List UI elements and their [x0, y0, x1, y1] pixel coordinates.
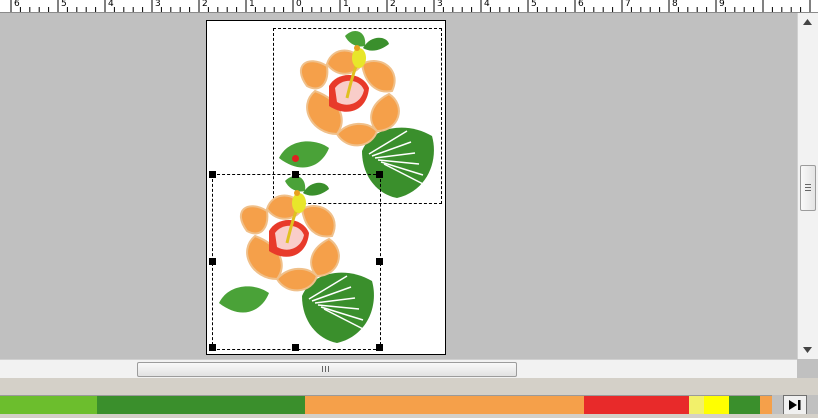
rotation-handle[interactable] [292, 155, 299, 162]
ruler-label: 0 [296, 0, 302, 9]
ruler-label: 4 [108, 0, 114, 9]
ruler-label: 5 [61, 0, 67, 9]
play-to-end-icon [789, 400, 801, 410]
resize-handle-bottom-left[interactable] [209, 344, 216, 351]
color-segment-yellow[interactable] [704, 396, 729, 414]
resize-handle-middle-left[interactable] [209, 258, 216, 265]
leaf-left [219, 286, 269, 313]
ruler-label: 3 [437, 0, 443, 9]
color-segment-orange-end[interactable] [759, 396, 772, 414]
color-segment-pale-yellow[interactable] [688, 396, 705, 414]
color-segment-green[interactable] [728, 396, 760, 414]
hibiscus-petal [370, 92, 400, 133]
vertical-scrollbar[interactable] [797, 13, 818, 359]
color-segment-dark-green[interactable] [96, 396, 305, 414]
leaf-top [285, 176, 306, 192]
scroll-up-arrow[interactable] [798, 15, 817, 30]
resize-handle-bottom-center[interactable] [292, 344, 299, 351]
ruler-label: 1 [343, 0, 349, 9]
hibiscus-petal [300, 60, 329, 90]
hoop-page[interactable] [206, 20, 446, 355]
ruler-label: 1 [249, 0, 255, 9]
horizontal-scrollbar[interactable] [0, 359, 797, 378]
resize-handle-top-left[interactable] [209, 171, 216, 178]
leaf-top-right [363, 37, 389, 51]
bottom-strip [0, 414, 818, 418]
status-gap [0, 378, 818, 395]
leaf-top [345, 31, 366, 47]
ruler-label: 9 [719, 0, 725, 9]
ruler-ticks [10, 0, 811, 12]
ruler-label: 5 [531, 0, 537, 9]
design-canvas[interactable] [0, 13, 797, 359]
color-segment-light-green[interactable] [0, 396, 97, 414]
ruler-label: 8 [672, 0, 678, 9]
resize-handle-middle-right[interactable] [376, 258, 383, 265]
ruler-label: 2 [390, 0, 396, 9]
color-segment-red[interactable] [584, 396, 689, 414]
hibiscus-pistil [352, 48, 366, 68]
vertical-scroll-thumb[interactable] [800, 165, 816, 211]
ruler-label: 3 [155, 0, 161, 9]
pistil-tip [294, 190, 300, 196]
ruler-label: 7 [625, 0, 631, 9]
hibiscus-petal [240, 205, 269, 235]
scroll-down-arrow[interactable] [798, 343, 817, 358]
ruler-label: 4 [484, 0, 490, 9]
resize-handle-bottom-right[interactable] [376, 344, 383, 351]
hibiscus-design-bottom[interactable] [207, 171, 387, 351]
triangle-up-icon [803, 19, 812, 25]
leaf-left [279, 141, 329, 168]
thread-color-sequence-bar[interactable] [0, 395, 772, 415]
horizontal-scroll-thumb[interactable] [137, 362, 517, 377]
pistil-tip [354, 45, 360, 51]
hibiscus-petal [310, 237, 340, 278]
ruler-label: 2 [202, 0, 208, 9]
color-segment-orange[interactable] [304, 396, 585, 414]
horizontal-ruler: 6 5 4 3 2 1 0 1 2 3 4 5 6 7 8 9 [0, 0, 818, 13]
leaf-top-right [303, 182, 329, 196]
triangle-down-icon [803, 347, 812, 353]
resize-handle-top-center[interactable] [292, 171, 299, 178]
ruler-label: 6 [578, 0, 584, 9]
play-to-end-button[interactable] [783, 395, 807, 415]
resize-handle-top-right[interactable] [376, 171, 383, 178]
hibiscus-pistil [292, 193, 306, 213]
ruler-label: 6 [14, 0, 20, 9]
